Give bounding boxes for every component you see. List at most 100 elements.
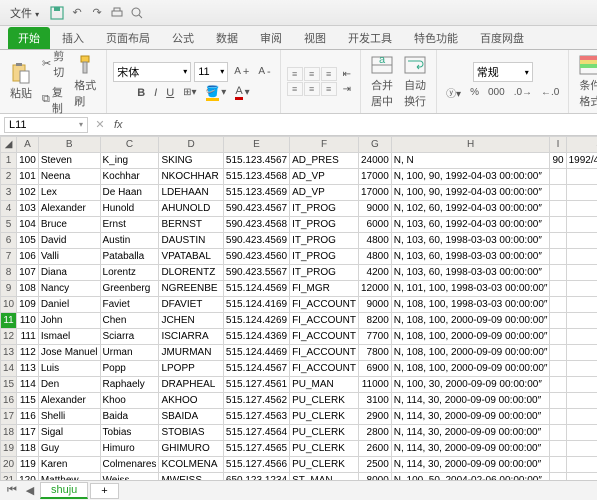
cell[interactable]: 7700 [358, 329, 391, 345]
cell[interactable]: N, 114, 30, 2000-09-09 00:00:00″ [391, 457, 550, 473]
cell[interactable]: Matthew [38, 473, 100, 481]
cell[interactable] [566, 329, 597, 345]
cell[interactable]: 1992/4/3 0:00 [566, 153, 597, 169]
cell[interactable]: PU_CLERK [290, 425, 359, 441]
cell[interactable] [566, 473, 597, 481]
cell[interactable] [550, 457, 566, 473]
font-family-select[interactable]: 宋体▾ [113, 62, 191, 82]
cell[interactable] [566, 313, 597, 329]
tab-dev[interactable]: 开发工具 [338, 27, 402, 49]
cell[interactable]: MWEISS [159, 473, 223, 481]
redo-icon[interactable]: ↷ [89, 5, 105, 21]
sheet-nav-prev-icon[interactable]: ◀ [22, 483, 38, 499]
cell[interactable]: 117 [17, 425, 39, 441]
cell[interactable] [566, 169, 597, 185]
cell[interactable]: 515.127.4566 [223, 457, 289, 473]
row-header[interactable]: 13 [1, 345, 17, 361]
row-header[interactable]: 9 [1, 281, 17, 297]
cell[interactable]: JCHEN [159, 313, 223, 329]
cell[interactable]: Jose Manuel [38, 345, 100, 361]
indent-decrease-button[interactable]: ⇤ [340, 68, 354, 81]
cell[interactable]: ISCIARRA [159, 329, 223, 345]
cell[interactable] [550, 281, 566, 297]
cell[interactable]: AD_VP [290, 185, 359, 201]
cell[interactable]: NKOCHHAR [159, 169, 223, 185]
cell[interactable]: 650.123.1234 [223, 473, 289, 481]
cell[interactable] [566, 425, 597, 441]
cell[interactable]: 2500 [358, 457, 391, 473]
cell[interactable]: IT_PROG [290, 217, 359, 233]
cell[interactable]: 100 [17, 153, 39, 169]
cell[interactable] [550, 441, 566, 457]
cell[interactable]: Faviet [100, 297, 159, 313]
cell[interactable]: De Haan [100, 185, 159, 201]
format-painter-button[interactable]: 格式刷 [70, 52, 100, 111]
cell[interactable]: DRAPHEAL [159, 377, 223, 393]
tab-page-layout[interactable]: 页面布局 [96, 27, 160, 49]
cell[interactable]: Nancy [38, 281, 100, 297]
cell[interactable]: FI_ACCOUNT [290, 329, 359, 345]
cell[interactable]: Diana [38, 265, 100, 281]
sheet-nav-first-icon[interactable]: ⏮ [4, 483, 20, 499]
cell[interactable]: 108 [17, 281, 39, 297]
cell[interactable] [550, 345, 566, 361]
cell[interactable]: 6900 [358, 361, 391, 377]
cell[interactable] [550, 409, 566, 425]
row-header[interactable]: 6 [1, 233, 17, 249]
row-header[interactable]: 7 [1, 249, 17, 265]
cell[interactable]: 6000 [358, 217, 391, 233]
cell[interactable]: N, 108, 100, 2000-09-09 00:00:00″ [391, 329, 550, 345]
cell[interactable] [566, 233, 597, 249]
col-header-J[interactable]: J [566, 137, 597, 153]
cell[interactable]: 515.124.4269 [223, 313, 289, 329]
cell[interactable]: 590.423.4569 [223, 233, 289, 249]
cell[interactable]: N, 100, 50, 2004-02-06 00:00:00″ [391, 473, 550, 481]
cell[interactable]: PU_CLERK [290, 393, 359, 409]
row-header[interactable]: 5 [1, 217, 17, 233]
cell[interactable]: Alexander [38, 393, 100, 409]
cell[interactable]: 7800 [358, 345, 391, 361]
decrease-font-button[interactable]: A- [255, 62, 273, 82]
cell[interactable]: N, 102, 60, 1992-04-03 00:00:00″ [391, 201, 550, 217]
cell[interactable]: 107 [17, 265, 39, 281]
cell[interactable]: Steven [38, 153, 100, 169]
tab-view[interactable]: 视图 [294, 27, 336, 49]
cell[interactable] [566, 185, 597, 201]
row-header[interactable]: 14 [1, 361, 17, 377]
cell[interactable]: N, 108, 100, 2000-09-09 00:00:00″ [391, 361, 550, 377]
undo-icon[interactable]: ↶ [69, 5, 85, 21]
cell[interactable]: 590.423.4567 [223, 201, 289, 217]
row-header[interactable]: 10 [1, 297, 17, 313]
cell[interactable]: N, 103, 60, 1998-03-03 00:00:00″ [391, 249, 550, 265]
cell[interactable]: 111 [17, 329, 39, 345]
cell[interactable]: 2800 [358, 425, 391, 441]
cell[interactable]: Himuro [100, 441, 159, 457]
cell[interactable]: N, N [391, 153, 550, 169]
cell[interactable]: N, 108, 100, 1998-03-03 00:00:00″ [391, 297, 550, 313]
row-header[interactable]: 20 [1, 457, 17, 473]
cell[interactable]: Karen [38, 457, 100, 473]
save-icon[interactable] [49, 5, 65, 21]
cell[interactable]: 590.423.5567 [223, 265, 289, 281]
cell[interactable]: Kochhar [100, 169, 159, 185]
cell[interactable]: IT_PROG [290, 265, 359, 281]
name-box[interactable]: L11▾ [4, 117, 88, 133]
col-header-G[interactable]: G [358, 137, 391, 153]
cell[interactable] [566, 441, 597, 457]
cell[interactable]: N, 103, 60, 1992-04-03 00:00:00″ [391, 217, 550, 233]
fx-cancel-icon[interactable]: ✕ [92, 117, 108, 133]
cell[interactable]: Weiss [100, 473, 159, 481]
cell[interactable]: N, 103, 60, 1998-03-03 00:00:00″ [391, 265, 550, 281]
increase-decimal-button[interactable]: .0→ [511, 84, 535, 101]
font-color-button[interactable]: A▾ [232, 84, 252, 102]
cell[interactable]: 12000 [358, 281, 391, 297]
row-header[interactable]: 11 [1, 313, 17, 329]
align-bottom-button[interactable]: ≡ [321, 67, 337, 81]
cell[interactable]: Ismael [38, 329, 100, 345]
cell[interactable]: Valli [38, 249, 100, 265]
cell[interactable]: LDEHAAN [159, 185, 223, 201]
align-top-button[interactable]: ≡ [287, 67, 303, 81]
cell[interactable]: 24000 [358, 153, 391, 169]
row-header[interactable]: 2 [1, 169, 17, 185]
cell[interactable]: 8200 [358, 313, 391, 329]
